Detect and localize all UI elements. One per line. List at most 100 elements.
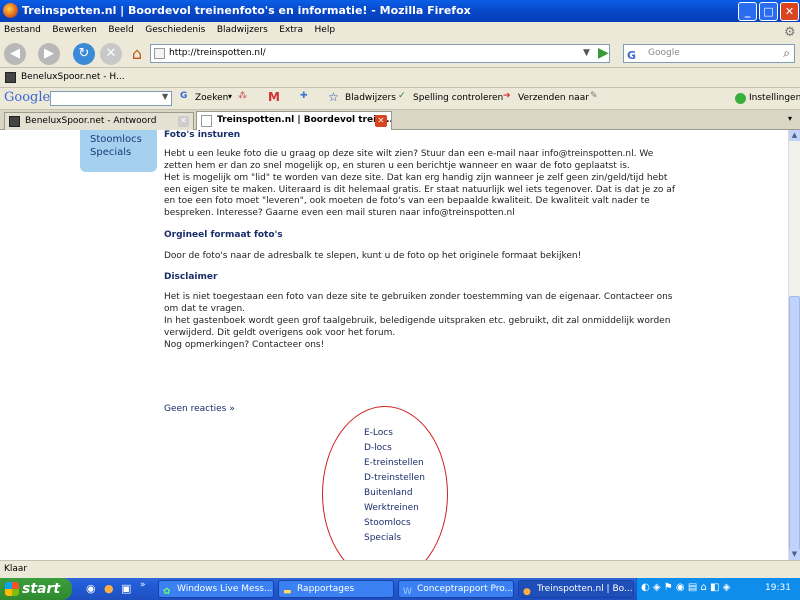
heading-orgineel-formaat: Orgineel formaat foto's xyxy=(164,230,283,240)
minimize-button[interactable]: _ xyxy=(738,2,757,21)
home-button[interactable]: ⌂ xyxy=(126,43,148,65)
scrollbar-thumb[interactable] xyxy=(789,296,800,550)
popup-blocker-icon[interactable]: ⁂ xyxy=(238,91,247,101)
word-icon: W xyxy=(403,587,412,597)
system-tray: ◐ ◈ ⚑ ◉ ▤ ⌂ ◧ ◈ 19:31 xyxy=(636,578,800,600)
menu-item-help[interactable]: Help xyxy=(311,23,340,37)
pencil-icon[interactable]: ✎ xyxy=(590,91,598,101)
windows-logo-icon xyxy=(5,582,19,596)
firefox-task-icon: ● xyxy=(523,587,531,597)
paragraph-disclaimer: Het is niet toegestaan een foto van deze… xyxy=(164,292,673,314)
menu-item-geschiedenis[interactable]: Geschiedenis xyxy=(141,23,209,37)
stop-button[interactable]: ✕ xyxy=(100,43,122,65)
task-windows-live[interactable]: ✿ Windows Live Mess... xyxy=(158,580,274,598)
sidebar-item-specials[interactable]: Specials xyxy=(80,146,157,159)
zoeken-button[interactable]: Zoeken xyxy=(195,93,228,103)
quicklaunch-more-icon[interactable]: » xyxy=(140,580,146,590)
bookmark-item[interactable]: BeneluxSpoor.net - H... xyxy=(21,72,125,82)
task-rapportages[interactable]: ▬ Rapportages xyxy=(278,580,394,598)
category-link[interactable]: D-locs xyxy=(364,441,425,456)
title-bar[interactable]: Treinspotten.nl | Boordevol treinenfoto'… xyxy=(0,0,800,22)
paragraph-insturen: Hebt u een leuke foto die u graag op dez… xyxy=(164,149,654,171)
tab-page-icon xyxy=(201,115,212,127)
sidebar-item-stoomlocs[interactable]: Stoomlocs xyxy=(80,133,157,146)
tab-list-icon[interactable]: ▾ xyxy=(788,114,792,123)
tab-bar: BeneluxSpoor.net - Antwoord ✕ Treinspott… xyxy=(0,110,800,130)
url-dropdown-icon[interactable]: ▼ xyxy=(583,48,590,58)
status-text: Klaar xyxy=(4,564,28,574)
reload-button[interactable]: ↻ xyxy=(73,43,95,65)
menu-item-bestand[interactable]: Bestand xyxy=(0,23,45,37)
go-button[interactable]: ▶ xyxy=(598,45,609,61)
paragraph-lid: Het is mogelijk om "lid" te worden van d… xyxy=(164,173,675,218)
url-input[interactable]: http://treinspotten.nl/ xyxy=(150,44,610,63)
page-content: Stoomlocs Specials Foto's insturen Hebt … xyxy=(0,130,788,560)
verzenden-button[interactable]: Verzenden naar xyxy=(518,93,589,103)
folder-icon: ▬ xyxy=(283,587,292,597)
task-treinspotten[interactable]: ● Treinspotten.nl | Bo... xyxy=(518,580,634,598)
google-toolbar: Google ▼ G Zoeken ▾ ⁂ M ✚ ☆ Bladwijzers … xyxy=(0,88,800,110)
scroll-up-icon[interactable]: ▲ xyxy=(789,130,800,141)
search-icon[interactable]: ⌕ xyxy=(783,45,790,62)
zoeken-dropdown-icon[interactable]: ▾ xyxy=(228,92,232,101)
paragraph-formaat: Door de foto's naar de adresbalk te slep… xyxy=(164,251,582,261)
category-link[interactable]: E-Locs xyxy=(364,426,425,441)
spellcheck-icon: ✓ xyxy=(398,91,406,101)
search-input[interactable]: G Google ⌕ xyxy=(623,44,795,63)
gmail-icon[interactable]: M xyxy=(268,90,280,104)
category-link[interactable]: Werktreinen xyxy=(364,501,425,516)
gadget-icon[interactable]: ✚ xyxy=(300,91,308,101)
status-bar: Klaar xyxy=(0,560,800,578)
send-icon: ➔ xyxy=(503,91,511,101)
tab-treinspotten[interactable]: Treinspotten.nl | Boordevol trein... ✕ xyxy=(196,111,392,130)
google-search-icon: G xyxy=(627,49,637,62)
task-conceptrapport[interactable]: W Conceptrapport Pro... xyxy=(398,580,514,598)
google-g-icon: G xyxy=(180,91,188,101)
menu-item-extra[interactable]: Extra xyxy=(275,23,307,37)
tab-close-icon[interactable]: ✕ xyxy=(375,115,387,127)
google-dropdown-icon[interactable]: ▼ xyxy=(162,92,168,101)
maximize-button[interactable]: □ xyxy=(759,2,778,21)
menu-item-bladwijzers[interactable]: Bladwijzers xyxy=(213,23,272,37)
messenger-icon: ✿ xyxy=(163,587,171,597)
menu-item-beeld[interactable]: Beeld xyxy=(104,23,137,37)
start-button[interactable]: start xyxy=(0,578,72,600)
bookmark-favicon-icon xyxy=(5,72,16,83)
tab-favicon-icon xyxy=(9,116,20,127)
firefox-quicklaunch-icon[interactable]: ● xyxy=(104,582,114,595)
menu-item-bewerken[interactable]: Bewerken xyxy=(48,23,100,37)
navigation-toolbar: ◀ ▶ ↻ ✕ ⌂ http://treinspotten.nl/ ▼ ▶ G … xyxy=(0,39,800,68)
heading-disclaimer: Disclaimer xyxy=(164,272,218,282)
category-link[interactable]: Specials xyxy=(364,531,425,546)
category-link[interactable]: D-treinstellen xyxy=(364,471,425,486)
firefox-icon xyxy=(3,3,18,18)
forward-button[interactable]: ▶ xyxy=(38,43,60,65)
category-link[interactable]: E-treinstellen xyxy=(364,456,425,471)
vertical-scrollbar[interactable]: ▲ ▼ xyxy=(788,130,800,560)
bladwijzers-button[interactable]: Bladwijzers xyxy=(345,93,396,103)
instellingen-button[interactable]: Instellingen xyxy=(749,93,800,103)
page-icon xyxy=(154,48,165,59)
category-link[interactable]: Buitenland xyxy=(364,486,425,501)
settings-status-icon xyxy=(735,93,746,104)
close-button[interactable]: ✕ xyxy=(780,2,799,21)
back-button[interactable]: ◀ xyxy=(4,43,26,65)
desktop-icon[interactable]: ▣ xyxy=(121,582,131,595)
url-text: http://treinspotten.nl/ xyxy=(169,48,266,58)
heading-fotos-insturen: Foto's insturen xyxy=(164,130,241,140)
window-title: Treinspotten.nl | Boordevol treinenfoto'… xyxy=(22,4,471,17)
paragraph-gastenboek: In het gastenboek wordt geen grof taalge… xyxy=(164,316,671,338)
category-link[interactable]: Stoomlocs xyxy=(364,516,425,531)
tab-close-icon[interactable]: ✕ xyxy=(178,116,189,127)
clock[interactable]: 19:31 xyxy=(765,583,791,593)
quicklaunch-icon[interactable]: ◉ xyxy=(86,582,96,595)
tab-beneluxspoor[interactable]: BeneluxSpoor.net - Antwoord ✕ xyxy=(4,112,194,130)
tray-icons[interactable]: ◐ ◈ ⚑ ◉ ▤ ⌂ ◧ ◈ xyxy=(641,582,730,593)
spelling-button[interactable]: Spelling controleren xyxy=(413,93,503,103)
comments-link[interactable]: Geen reacties » xyxy=(164,404,680,416)
star-icon[interactable]: ☆ xyxy=(328,90,339,104)
google-logo: Google xyxy=(4,90,51,105)
scroll-down-icon[interactable]: ▼ xyxy=(789,549,800,560)
google-search-input[interactable] xyxy=(50,91,172,106)
bookmarks-bar: BeneluxSpoor.net - H... xyxy=(0,68,800,88)
